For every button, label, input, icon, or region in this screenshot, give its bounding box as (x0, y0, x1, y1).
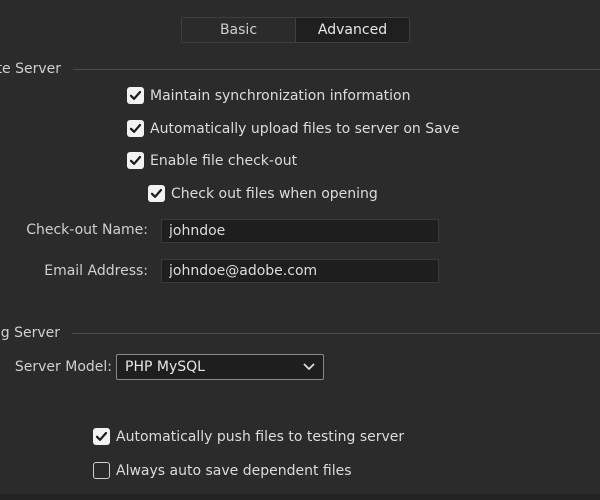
tab-bar: Basic Advanced (181, 17, 410, 43)
auto-save-dependent-checkbox[interactable] (93, 462, 110, 479)
checkmark-icon (150, 188, 163, 198)
checkout-name-label: Check-out Name: (26, 222, 148, 238)
auto-upload-option[interactable]: Automatically upload files to server on … (127, 120, 460, 137)
checkmark-icon (129, 155, 142, 165)
testing-server-title: ing Server (0, 325, 61, 341)
server-model-select[interactable]: PHP MySQL (116, 354, 324, 380)
tab-advanced[interactable]: Advanced (295, 18, 409, 42)
checkout-when-opening-option[interactable]: Check out files when opening (148, 185, 378, 202)
email-address-field[interactable] (161, 259, 439, 283)
server-model-label: Server Model: (14, 359, 112, 375)
server-model-value: PHP MySQL (125, 359, 205, 375)
checkout-when-opening-label: Check out files when opening (171, 185, 378, 202)
remote-server-section-header: ote Server (0, 61, 600, 77)
enable-checkout-checkbox[interactable] (127, 152, 144, 169)
auto-push-label: Automatically push files to testing serv… (116, 428, 405, 445)
email-address-label: Email Address: (44, 263, 148, 279)
checkout-name-field[interactable] (161, 219, 439, 243)
dialog-bottom-edge (0, 494, 600, 500)
auto-save-dependent-option[interactable]: Always auto save dependent files (93, 462, 352, 479)
enable-checkout-label: Enable file check-out (150, 152, 298, 169)
auto-upload-label: Automatically upload files to server on … (150, 120, 460, 137)
remote-server-title: ote Server (0, 61, 62, 77)
section-divider (72, 332, 600, 334)
checkmark-icon (129, 123, 142, 133)
checkmark-icon (95, 431, 108, 441)
auto-push-checkbox[interactable] (93, 428, 110, 445)
checkout-when-opening-checkbox[interactable] (148, 185, 165, 202)
auto-upload-checkbox[interactable] (127, 120, 144, 137)
maintain-sync-option[interactable]: Maintain synchronization information (127, 87, 411, 104)
auto-push-option[interactable]: Automatically push files to testing serv… (93, 428, 404, 445)
maintain-sync-checkbox[interactable] (127, 87, 144, 104)
checkmark-icon (129, 90, 142, 100)
maintain-sync-label: Maintain synchronization information (150, 87, 411, 104)
testing-server-section-header: ing Server (0, 325, 600, 341)
chevron-down-icon (303, 363, 315, 371)
tab-basic[interactable]: Basic (182, 18, 295, 42)
enable-checkout-option[interactable]: Enable file check-out (127, 152, 297, 169)
section-divider (73, 68, 600, 70)
auto-save-dependent-label: Always auto save dependent files (116, 462, 352, 479)
